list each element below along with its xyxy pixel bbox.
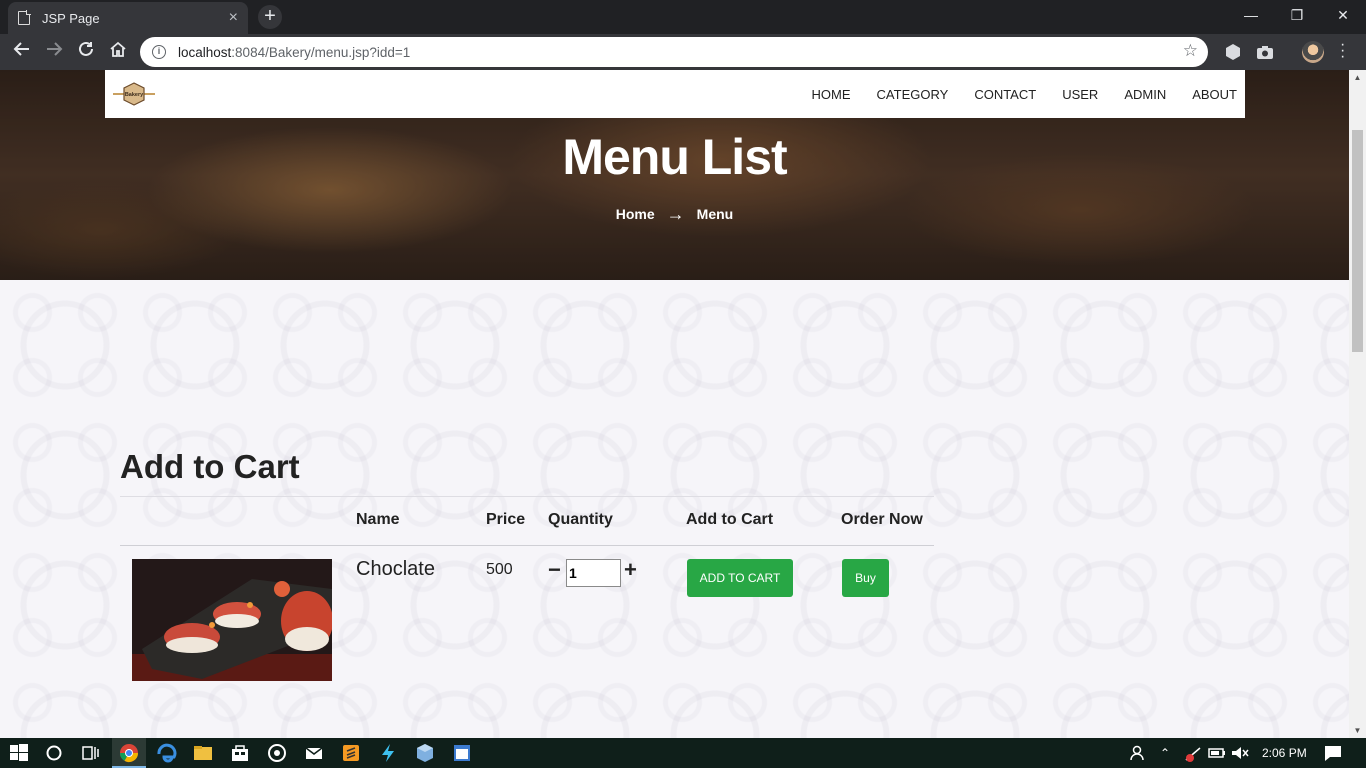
battery-icon[interactable] [1206, 742, 1228, 764]
info-icon[interactable]: i [152, 45, 166, 59]
nav-admin[interactable]: ADMIN [1124, 87, 1166, 102]
url-host: localhost [178, 44, 232, 60]
sublime-text-icon[interactable] [340, 742, 362, 764]
tab-close-icon[interactable]: × [229, 10, 238, 26]
browser-menu-icon[interactable]: · · · [1340, 37, 1345, 65]
bookmark-star-icon[interactable]: ☆ [1183, 41, 1198, 61]
tab-title: JSP Page [42, 10, 100, 26]
mail-icon[interactable] [303, 742, 325, 764]
scroll-down-icon[interactable]: ▼ [1349, 726, 1366, 735]
bakery-logo[interactable]: Bakery [113, 82, 155, 106]
minimize-button[interactable]: — [1228, 0, 1274, 30]
nav-about[interactable]: ABOUT [1192, 87, 1237, 102]
nav-category[interactable]: CATEGORY [877, 87, 949, 102]
header-quantity: Quantity [548, 511, 613, 528]
logo-text: Bakery [125, 92, 144, 98]
page-title: Menu List [562, 129, 787, 185]
action-center-icon[interactable] [1322, 742, 1344, 764]
table-divider [120, 496, 934, 497]
product-price: 500 [486, 561, 513, 578]
taskbar-clock[interactable]: 2:06 PM [1262, 746, 1307, 760]
profile-avatar[interactable] [1302, 41, 1324, 63]
camera-icon[interactable] [1256, 43, 1274, 61]
people-icon[interactable] [1128, 742, 1150, 764]
taskbar: ⌃ 2:06 PM [0, 738, 1366, 768]
back-icon[interactable] [10, 40, 34, 64]
quantity-increase-button[interactable]: + [624, 558, 637, 582]
virtualbox-icon[interactable] [414, 742, 436, 764]
close-window-button[interactable]: ✕ [1320, 0, 1366, 30]
main-nav: HOME CATEGORY CONTACT USER ADMIN ABOUT [786, 70, 1237, 118]
forward-icon[interactable] [42, 40, 66, 64]
scrollbar-thumb[interactable] [1352, 130, 1363, 352]
page-scrollbar[interactable]: ▲ ▼ [1349, 70, 1366, 738]
quantity-decrease-button[interactable]: − [548, 558, 561, 582]
browser-tab-bar: JSP Page × + — ❐ ✕ [0, 0, 1366, 34]
browser-toolbar: i localhost:8084/Bakery/menu.jsp?idd=1 ☆… [0, 34, 1366, 70]
address-bar[interactable]: i localhost:8084/Bakery/menu.jsp?idd=1 ☆ [140, 37, 1208, 67]
new-tab-button[interactable]: + [258, 5, 282, 29]
header-price: Price [486, 511, 526, 528]
media-player-icon[interactable] [266, 742, 288, 764]
nav-user[interactable]: USER [1062, 87, 1098, 102]
header-order-now: Order Now [841, 511, 923, 528]
breadcrumb-home-link[interactable]: Home [616, 206, 655, 222]
home-icon[interactable] [106, 40, 130, 64]
windows-start-icon[interactable] [8, 742, 30, 764]
quantity-input[interactable] [566, 559, 621, 587]
chrome-icon[interactable] [118, 742, 140, 764]
product-name: Choclate [356, 558, 435, 580]
file-explorer-icon[interactable] [192, 742, 214, 764]
extension-cube-icon[interactable] [1224, 43, 1242, 61]
volume-muted-icon[interactable] [1229, 742, 1251, 764]
url-path: :8084/Bakery/menu.jsp?idd=1 [231, 44, 411, 60]
flash-app-icon[interactable] [377, 742, 399, 764]
table-divider [120, 545, 934, 546]
restore-button[interactable]: ❐ [1274, 0, 1320, 30]
store-icon[interactable] [229, 742, 251, 764]
app-window-icon[interactable] [451, 742, 473, 764]
arrow-right-icon: → [666, 204, 685, 224]
section-title: Add to Cart [120, 448, 300, 485]
nav-home[interactable]: HOME [812, 87, 851, 102]
scroll-up-icon[interactable]: ▲ [1349, 73, 1366, 82]
task-view-icon[interactable] [79, 742, 101, 764]
site-navbar: Bakery HOME CATEGORY CONTACT USER ADMIN … [105, 70, 1245, 118]
breadcrumb: Home → Menu [0, 204, 1349, 225]
header-name: Name [356, 511, 400, 528]
header-add-to-cart: Add to Cart [686, 511, 774, 528]
page-viewport: Menu List Home → Menu Bakery HOME CATEGORY… [0, 70, 1349, 738]
add-to-cart-button[interactable]: ADD TO CART [687, 559, 793, 597]
product-image [132, 559, 332, 681]
browser-tab[interactable]: JSP Page × [8, 2, 248, 34]
nav-contact[interactable]: CONTACT [974, 87, 1036, 102]
breadcrumb-current: Menu [696, 206, 734, 222]
network-icon[interactable] [1182, 742, 1204, 764]
page-icon [18, 10, 31, 25]
buy-button[interactable]: Buy [842, 559, 889, 597]
chevron-up-icon[interactable]: ⌃ [1160, 746, 1170, 760]
search-icon[interactable] [43, 742, 65, 764]
edge-icon[interactable] [155, 742, 177, 764]
reload-icon[interactable] [74, 40, 98, 64]
